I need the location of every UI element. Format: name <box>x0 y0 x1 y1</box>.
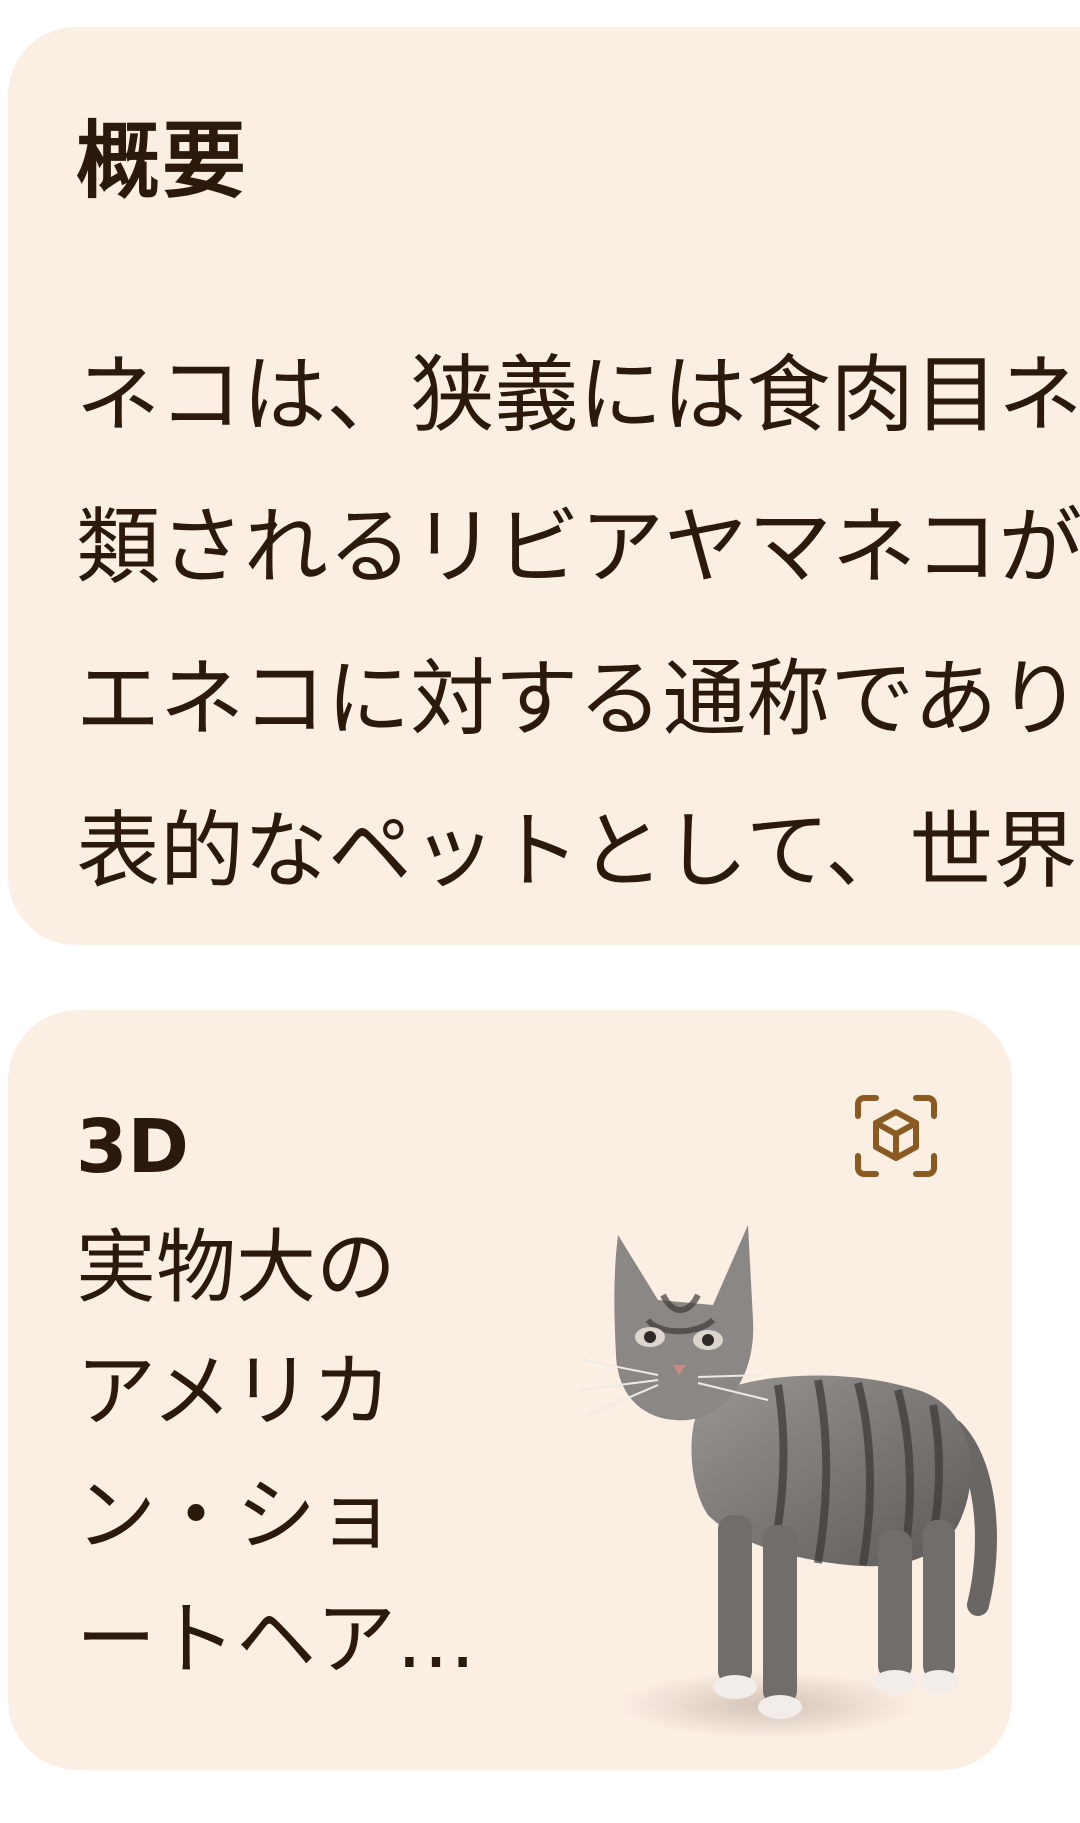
model-title-line: ートヘア… <box>76 1593 476 1686</box>
model-title: 実物大の アメリカ ン・ショ ートヘア… <box>76 1221 476 1716</box>
overview-card[interactable]: 概要 ネコは、狭義には食肉目ネコ科に分 類されるリビアヤマネコが家畜化したイ エ… <box>8 27 1080 945</box>
overview-line: 表的なペットとして、世界中で <box>76 802 1080 900</box>
overview-title: 概要 <box>76 112 249 210</box>
overview-line: エネコに対する通称であり、犬と並ぶ代 <box>76 650 1080 748</box>
view-in-ar-icon <box>855 1095 937 1177</box>
overview-line: 類されるリビアヤマネコが家畜化したイ <box>76 498 1080 596</box>
3d-model-card[interactable]: 3D 実物大の アメリカ ン・ショ ートヘア… <box>8 1010 1012 1770</box>
overview-text: ネコは、狭義には食肉目ネコ科に分 類されるリビアヤマネコが家畜化したイ エネコに… <box>76 319 1080 927</box>
3d-label: 3D <box>76 1104 189 1190</box>
tabby-cat-3d-image[interactable] <box>578 1225 1012 1765</box>
view-in-ar-button[interactable] <box>850 1090 942 1182</box>
overview-line: ネコは、狭義には食肉目ネコ科に分 <box>76 346 1080 444</box>
